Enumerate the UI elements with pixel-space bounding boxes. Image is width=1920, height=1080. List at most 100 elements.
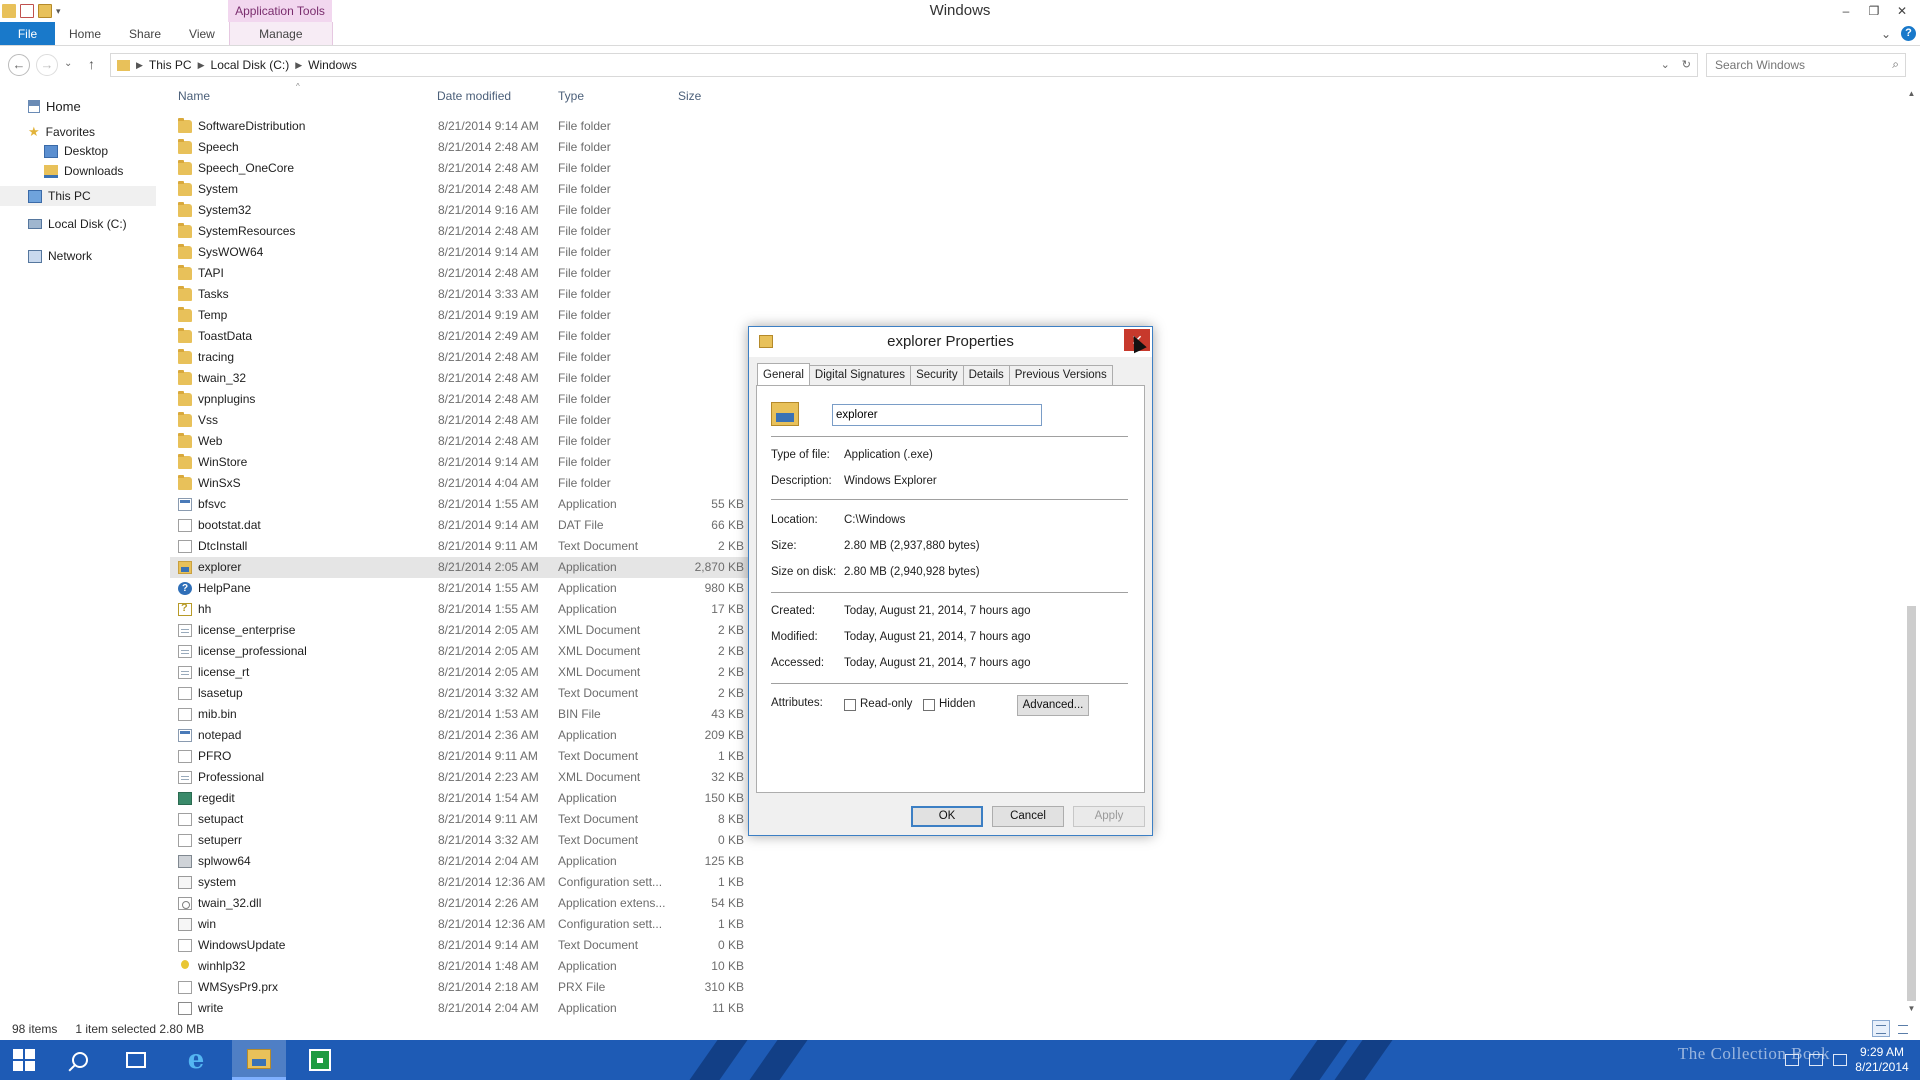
scroll-down-arrow-icon[interactable]: ▼: [1903, 1001, 1920, 1016]
file-row[interactable]: WinSxS 8/21/2014 4:04 AM File folder: [170, 473, 748, 494]
new-folder-icon[interactable]: [38, 4, 52, 18]
taskbar-internet-explorer[interactable]: e: [172, 1040, 220, 1080]
taskbar-store[interactable]: [296, 1040, 344, 1080]
file-row[interactable]: lsasetup 8/21/2014 3:32 AM Text Document 2 …: [170, 683, 748, 704]
large-icons-view-button[interactable]: [1894, 1020, 1912, 1037]
file-row[interactable]: bootstat.dat 8/21/2014 9:14 AM DAT File 66 …: [170, 515, 748, 536]
file-row[interactable]: license_professional 8/21/2014 2:05 AM XML…: [170, 641, 748, 662]
hidden-checkbox[interactable]: [923, 699, 935, 711]
ok-button[interactable]: OK: [911, 806, 983, 827]
search-icon[interactable]: ⌕: [1892, 57, 1899, 72]
details-view-button[interactable]: [1872, 1020, 1890, 1037]
tab-previous-versions[interactable]: Previous Versions: [1008, 365, 1113, 385]
file-row[interactable]: ? HelpPane 8/21/2014 1:55 AM Application 980…: [170, 578, 748, 599]
file-row[interactable]: setupact 8/21/2014 9:11 AM Text Document 8 …: [170, 809, 748, 830]
file-row[interactable]: mib.bin 8/21/2014 1:53 AM BIN File 43 KB: [170, 704, 748, 725]
column-type[interactable]: Type: [558, 89, 584, 103]
expand-ribbon-icon[interactable]: ⌄: [1881, 27, 1891, 41]
file-row[interactable]: notepad 8/21/2014 2:36 AM Application 209 K…: [170, 725, 748, 746]
file-row[interactable]: SysWOW64 8/21/2014 9:14 AM File folder: [170, 242, 748, 263]
forward-button[interactable]: →: [36, 54, 58, 76]
file-row[interactable]: write 8/21/2014 2:04 AM Application 11 KB: [170, 998, 748, 1019]
file-row[interactable]: bfsvc 8/21/2014 1:55 AM Application 55 KB: [170, 494, 748, 515]
tab-details[interactable]: Details: [962, 365, 1010, 385]
tab-manage[interactable]: Manage: [228, 22, 333, 45]
file-row[interactable]: WindowsUpdate 8/21/2014 9:14 AM Text Docum…: [170, 935, 748, 956]
file-row[interactable]: Speech_OneCore 8/21/2014 2:48 AM File fold…: [170, 158, 748, 179]
customize-qat-icon[interactable]: ▾: [56, 6, 61, 17]
nav-favorites[interactable]: ★ Favorites: [28, 122, 95, 142]
advanced-button[interactable]: Advanced...: [1017, 695, 1089, 716]
file-row[interactable]: license_enterprise 8/21/2014 2:05 AM XML D…: [170, 620, 748, 641]
file-row[interactable]: SystemResources 8/21/2014 2:48 AM File fol…: [170, 221, 748, 242]
tab-view[interactable]: View: [175, 22, 229, 45]
restore-button[interactable]: ❐: [1860, 0, 1888, 22]
file-row[interactable]: tracing 8/21/2014 2:48 AM File folder: [170, 347, 748, 368]
column-date-modified[interactable]: Date modified: [437, 89, 511, 103]
file-row[interactable]: system 8/21/2014 12:36 AM Configuration se…: [170, 872, 748, 893]
column-size[interactable]: Size: [678, 89, 701, 103]
file-row[interactable]: hh 8/21/2014 1:55 AM Application 17 KB: [170, 599, 748, 620]
file-row[interactable]: WinStore 8/21/2014 9:14 AM File folder: [170, 452, 748, 473]
search-box[interactable]: ⌕: [1706, 53, 1906, 77]
tab-file[interactable]: File: [0, 22, 55, 45]
nav-this-pc[interactable]: This PC: [0, 186, 156, 206]
address-dropdown-icon[interactable]: ⌄: [1661, 58, 1670, 71]
file-row[interactable]: TAPI 8/21/2014 2:48 AM File folder: [170, 263, 748, 284]
file-row[interactable]: regedit 8/21/2014 1:54 AM Application 150 K…: [170, 788, 748, 809]
nav-downloads[interactable]: Downloads: [44, 161, 123, 181]
file-row[interactable]: win 8/21/2014 12:36 AM Configuration sett.…: [170, 914, 748, 935]
tab-home[interactable]: Home: [55, 22, 115, 45]
file-row[interactable]: Temp 8/21/2014 9:19 AM File folder: [170, 305, 748, 326]
file-row[interactable]: splwow64 8/21/2014 2:04 AM Application 125 …: [170, 851, 748, 872]
file-row[interactable]: System32 8/21/2014 9:16 AM File folder: [170, 200, 748, 221]
file-row[interactable]: Speech 8/21/2014 2:48 AM File folder: [170, 137, 748, 158]
close-button[interactable]: ✕: [1888, 0, 1916, 22]
search-input[interactable]: [1715, 58, 1880, 72]
nav-home[interactable]: Home: [28, 96, 81, 116]
tab-security[interactable]: Security: [910, 365, 964, 385]
file-row[interactable]: SoftwareDistribution 8/21/2014 9:14 AM Fil…: [170, 116, 748, 137]
properties-icon[interactable]: [20, 4, 34, 18]
tab-digital-signatures[interactable]: Digital Signatures: [808, 365, 912, 385]
start-button[interactable]: [0, 1040, 48, 1080]
file-row[interactable]: DtcInstall 8/21/2014 9:11 AM Text Document…: [170, 536, 748, 557]
file-row[interactable]: twain_32.dll 8/21/2014 2:26 AM Application…: [170, 893, 748, 914]
scroll-up-arrow-icon[interactable]: ▲: [1903, 86, 1920, 101]
file-row[interactable]: System 8/21/2014 2:48 AM File folder: [170, 179, 748, 200]
read-only-checkbox[interactable]: [844, 699, 856, 711]
task-view-button[interactable]: [112, 1040, 160, 1080]
breadcrumb-windows[interactable]: Windows: [308, 58, 357, 72]
nav-desktop[interactable]: Desktop: [44, 141, 108, 161]
taskbar-file-explorer[interactable]: [232, 1040, 286, 1080]
flag-icon[interactable]: [1785, 1054, 1799, 1066]
minimize-button[interactable]: –: [1832, 0, 1860, 22]
refresh-icon[interactable]: ↻: [1682, 58, 1691, 71]
file-row[interactable]: PFRO 8/21/2014 9:11 AM Text Document 1 KB: [170, 746, 748, 767]
tab-share[interactable]: Share: [115, 22, 175, 45]
clock[interactable]: 9:29 AM 8/21/2014: [1852, 1045, 1912, 1075]
file-row[interactable]: ToastData 8/21/2014 2:49 AM File folder: [170, 326, 748, 347]
file-row[interactable]: Tasks 8/21/2014 3:33 AM File folder: [170, 284, 748, 305]
up-button[interactable]: ↑: [88, 56, 95, 72]
cancel-button[interactable]: Cancel: [992, 806, 1064, 827]
vertical-scrollbar[interactable]: ▲ ▼: [1903, 86, 1920, 1016]
column-name[interactable]: Name: [178, 89, 210, 103]
file-row[interactable]: license_rt 8/21/2014 2:05 AM XML Document 2…: [170, 662, 748, 683]
file-row[interactable]: Professional 8/21/2014 2:23 AM XML Documen…: [170, 767, 748, 788]
nav-local-disk[interactable]: Local Disk (C:): [28, 214, 127, 234]
file-row[interactable]: setuperr 8/21/2014 3:32 AM Text Document 0 …: [170, 830, 748, 851]
volume-icon[interactable]: [1833, 1054, 1847, 1066]
breadcrumb-this-pc[interactable]: This PC: [149, 58, 192, 72]
file-name-input[interactable]: [832, 404, 1042, 426]
file-row[interactable]: Web 8/21/2014 2:48 AM File folder: [170, 431, 748, 452]
recent-locations-button[interactable]: ⌄: [64, 58, 72, 69]
taskbar-search-button[interactable]: [56, 1040, 104, 1080]
file-row[interactable]: Vss 8/21/2014 2:48 AM File folder: [170, 410, 748, 431]
nav-network[interactable]: Network: [28, 246, 92, 266]
scrollbar-thumb[interactable]: [1907, 606, 1916, 1001]
file-row[interactable]: winhlp32 8/21/2014 1:48 AM Application 10 K…: [170, 956, 748, 977]
file-row[interactable]: vpnplugins 8/21/2014 2:48 AM File folder: [170, 389, 748, 410]
tab-general[interactable]: General: [757, 363, 810, 385]
help-icon[interactable]: ?: [1901, 26, 1916, 41]
